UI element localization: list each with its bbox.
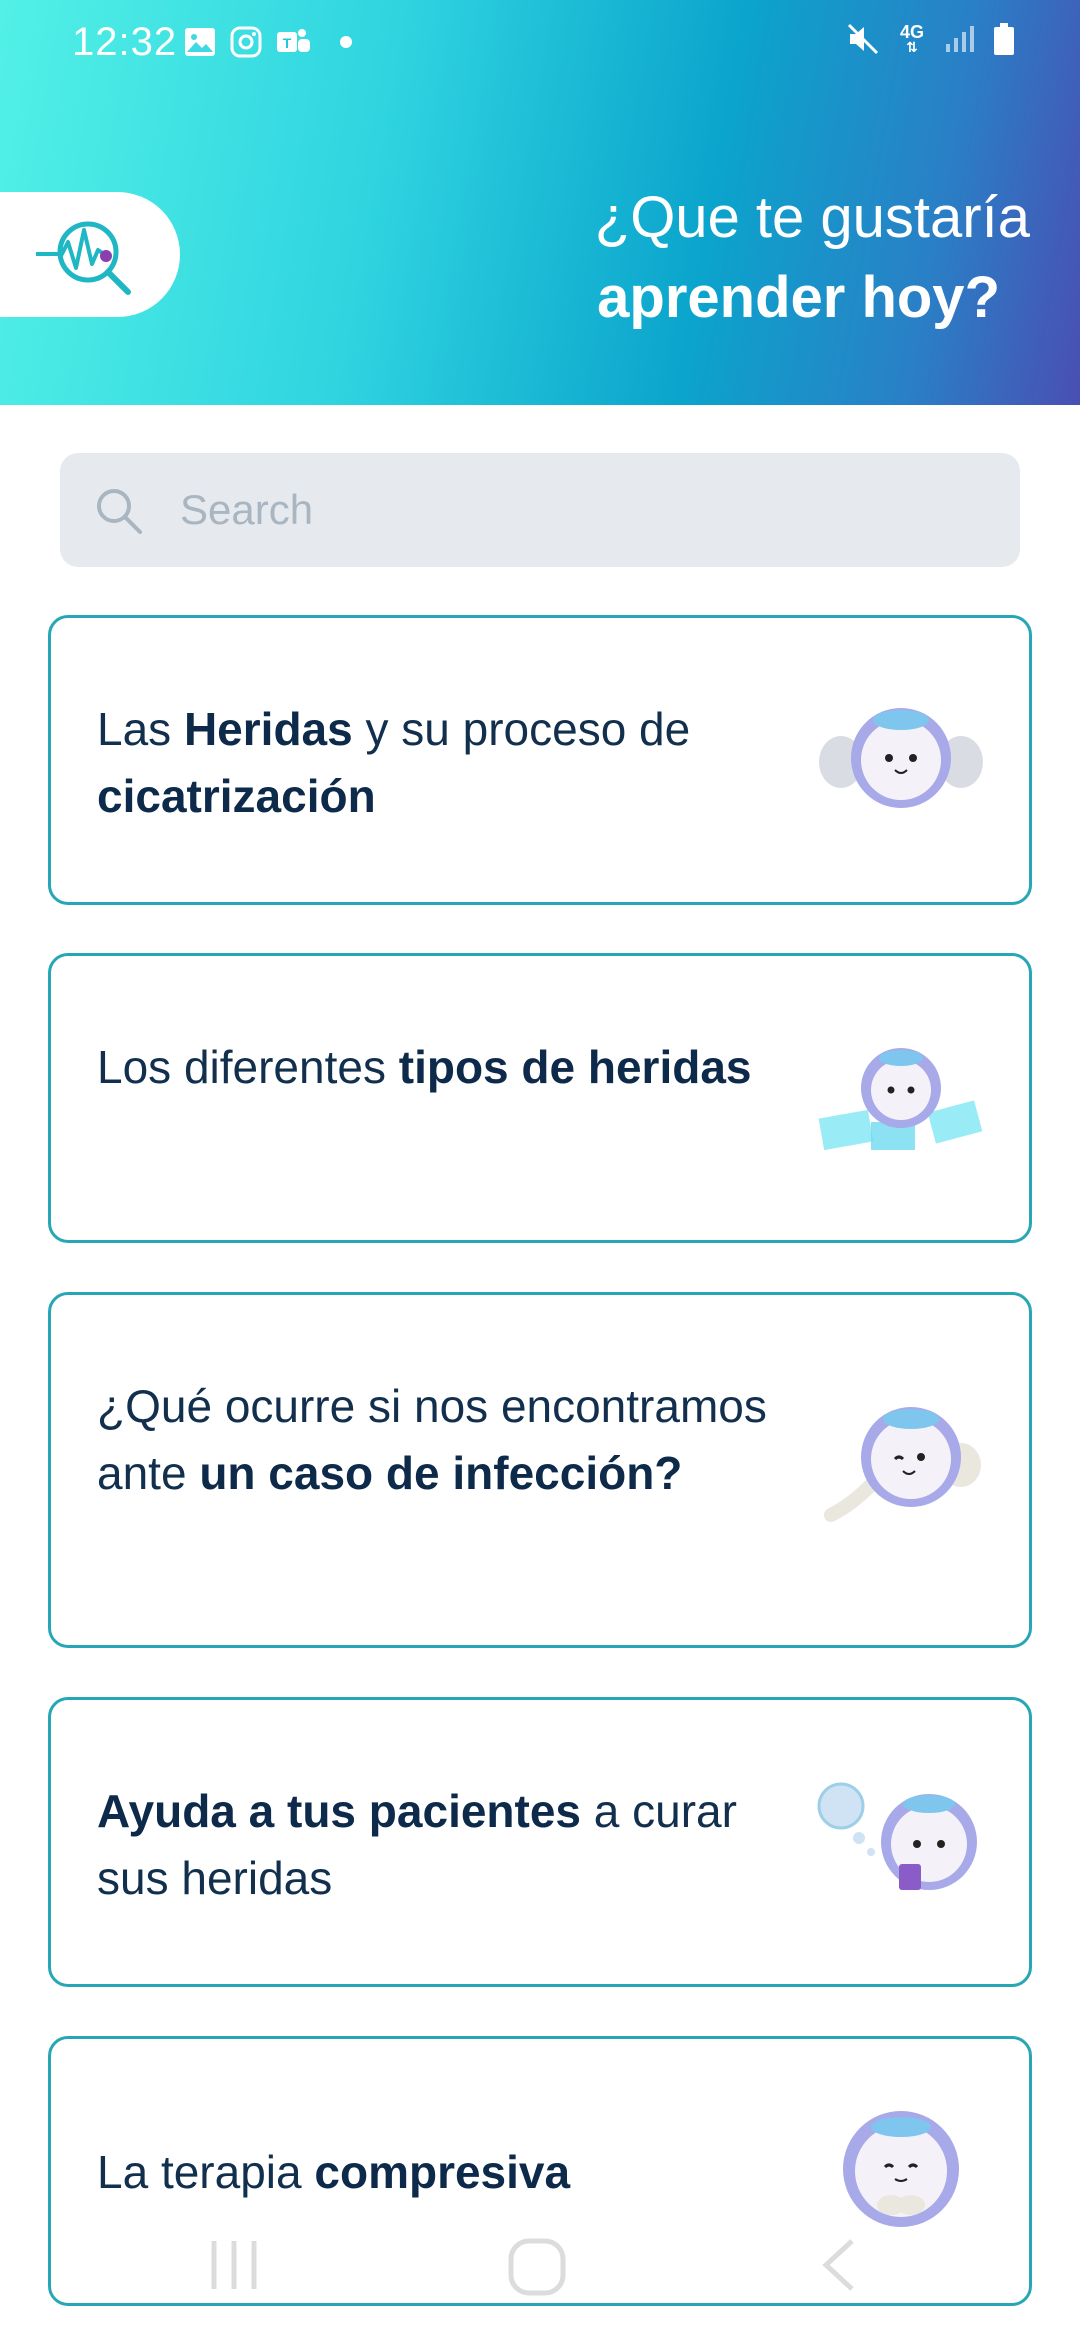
topic-title-text: Las: [97, 703, 184, 755]
page-title: ¿Que te gustaría aprender hoy?: [595, 182, 1030, 342]
svg-text:T: T: [283, 35, 292, 51]
search-icon: [97, 489, 142, 534]
gallery-icon: [185, 28, 215, 56]
page-title-line1: ¿Que te gustaría: [594, 185, 1030, 250]
system-nav-bar: [0, 2215, 1080, 2315]
status-icons-right: 4G ⇅: [846, 22, 1014, 56]
topic-title-bold: Heridas: [183, 703, 353, 755]
topic-card-title: La terapia compresiva: [97, 2139, 797, 2206]
topic-title-text: Los diferentes: [97, 1041, 399, 1093]
mascot-hands-icon: [819, 708, 983, 808]
status-bar: 12:32 T 4G ⇅: [0, 0, 1080, 90]
topic-card-heridas[interactable]: Las Heridas y su proceso de cicatrizació…: [48, 615, 1032, 905]
status-icons-left: T: [184, 26, 352, 58]
battery-icon: [994, 23, 1014, 55]
mascot-screens-icon: [818, 1048, 983, 1151]
search-bar[interactable]: [60, 453, 1020, 567]
page-title-line2: aprender hoy?: [597, 265, 1000, 330]
mascot-thinking-icon: [817, 1782, 977, 1890]
home-icon[interactable]: [505, 2235, 569, 2299]
status-time: 12:32: [72, 20, 178, 64]
recents-icon[interactable]: [206, 2235, 262, 2295]
topic-card-infeccion[interactable]: ¿Qué ocurre si nos encontramos ante un c…: [48, 1292, 1032, 1648]
topic-title-text: y su proceso de: [352, 703, 691, 755]
topic-card-title: Los diferentes tipos de heridas: [97, 1034, 797, 1101]
pulse-search-icon: [36, 221, 131, 295]
topic-title-bold: compresiva: [314, 2146, 571, 2198]
topic-title-bold: Ayuda a tus pacientes: [97, 1785, 582, 1837]
topic-card-title: ¿Qué ocurre si nos encontramos ante un c…: [97, 1373, 797, 1507]
mascot-wave-icon: [824, 1407, 981, 1522]
instagram-icon: [230, 26, 262, 58]
topic-title-bold: tipos de heridas: [398, 1041, 752, 1093]
app-logo[interactable]: [0, 192, 180, 317]
teams-icon: T: [277, 29, 310, 52]
topic-title-bold: cicatrización: [97, 770, 376, 822]
topic-title-text: La terapia: [97, 2146, 315, 2198]
back-icon[interactable]: [818, 2235, 858, 2295]
topic-card-tipos[interactable]: Los diferentes tipos de heridas: [48, 953, 1032, 1243]
signal-icon: [946, 26, 974, 52]
topic-card-pacientes[interactable]: Ayuda a tus pacientes a curar sus herida…: [48, 1697, 1032, 1987]
topic-title-bold: un caso de infección?: [199, 1447, 683, 1499]
network-4g-icon: 4G ⇅: [899, 22, 924, 55]
mute-icon: [847, 23, 879, 55]
search-input[interactable]: [178, 453, 978, 567]
topic-card-title: Ayuda a tus pacientes a curar sus herida…: [97, 1778, 797, 1912]
notification-dot: [340, 36, 352, 48]
header: 12:32 T 4G ⇅ ¿Que te gustaría aprender h…: [0, 0, 1080, 405]
topic-card-title: Las Heridas y su proceso de cicatrizació…: [97, 696, 797, 830]
